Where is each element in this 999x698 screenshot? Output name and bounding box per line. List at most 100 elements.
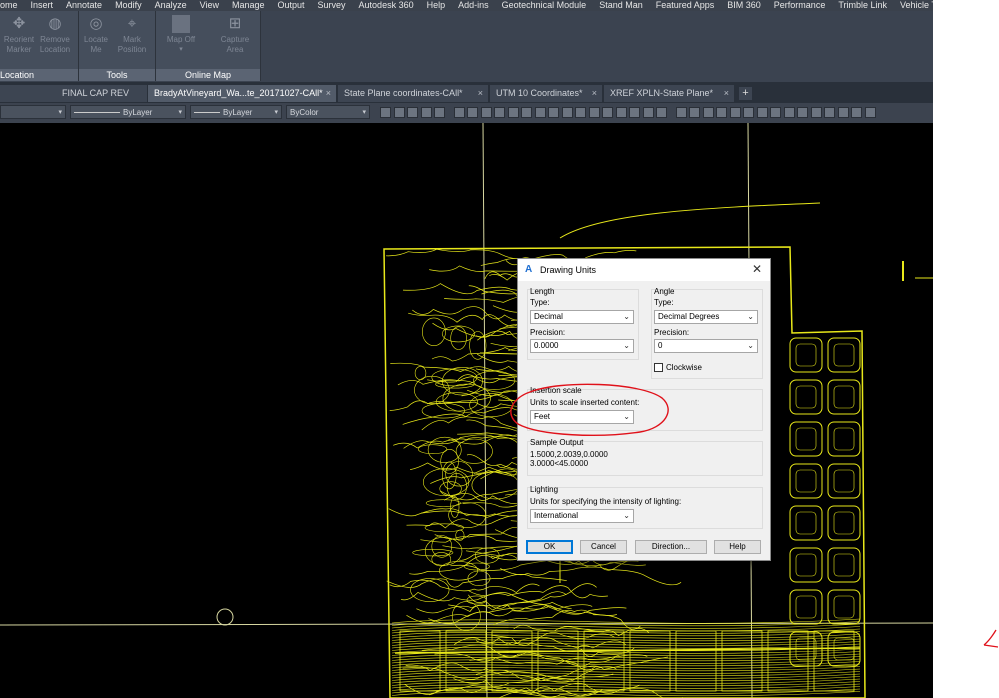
add-tab-button[interactable]: + <box>739 87 752 100</box>
toolbar-icon[interactable] <box>851 107 862 118</box>
toolbar-icon[interactable] <box>797 107 808 118</box>
toolbar-icon[interactable] <box>689 107 700 118</box>
remove-location-button[interactable]: ◍ Remove Location <box>38 13 72 55</box>
sample-output-line-1: 1.5000,2.0039,0.0000 <box>530 450 608 459</box>
menu-item[interactable]: Analyze <box>155 0 187 10</box>
menu-item[interactable]: BIM 360 <box>727 0 761 10</box>
toolbar-icon[interactable] <box>783 107 795 118</box>
menu-item[interactable]: Insert <box>31 0 54 10</box>
length-type-select[interactable]: Decimal ⌄ <box>530 310 634 324</box>
angle-type-select[interactable]: Decimal Degrees ⌄ <box>654 310 758 324</box>
toolbar-icon[interactable] <box>380 107 391 118</box>
toolbar-icon[interactable] <box>743 107 754 118</box>
compass-icon: ✥ <box>12 15 26 32</box>
menu-item[interactable]: Featured Apps <box>656 0 715 10</box>
cancel-button[interactable]: Cancel <box>580 540 627 554</box>
toolbar-icon[interactable] <box>615 107 627 118</box>
toolbar-icon[interactable] <box>480 107 492 118</box>
toolbar-icon[interactable] <box>561 107 573 118</box>
lighting-units-select[interactable]: International ⌄ <box>530 509 634 523</box>
tab-label: UTM 10 Coordinates* <box>496 88 583 98</box>
menu-item[interactable]: Vehicle Tra <box>900 0 933 10</box>
map-off-label: Map Off <box>166 35 196 44</box>
ok-button[interactable]: OK <box>526 540 573 554</box>
angle-precision-value: 0 <box>658 341 663 350</box>
menu-item[interactable]: Stand Man <box>599 0 643 10</box>
toolbar-icon[interactable] <box>393 107 405 118</box>
help-button[interactable]: Help <box>714 540 761 554</box>
menu-item[interactable]: Annotate <box>66 0 102 10</box>
toolbar-icon[interactable] <box>534 107 546 118</box>
close-icon[interactable]: × <box>478 85 483 102</box>
close-icon[interactable]: × <box>592 85 597 102</box>
menu-item[interactable]: Modify <box>115 0 142 10</box>
toolbar-icon[interactable] <box>588 107 600 118</box>
linetype-combo[interactable]: ByLayer ▾ <box>70 105 186 119</box>
toolbar-icon[interactable] <box>521 107 532 118</box>
toolbar-icon[interactable] <box>642 107 654 118</box>
menu-item[interactable]: Survey <box>318 0 346 10</box>
toolbar-icon[interactable] <box>837 107 849 118</box>
toolbar-icon[interactable] <box>407 107 418 118</box>
angle-precision-select[interactable]: 0 ⌄ <box>654 339 758 353</box>
tab-bradyatvineyard[interactable]: BradyAtVineyard_Wa...te_20171027-CAll* × <box>148 85 336 102</box>
map-off-button[interactable]: Map Off ▾ <box>164 13 198 55</box>
length-precision-select[interactable]: 0.0000 ⌄ <box>530 339 634 353</box>
tab-final-cap-rev[interactable]: FINAL CAP REV <box>0 85 147 102</box>
reorient-marker-button[interactable]: ✥ Reorient Marker <box>2 13 36 55</box>
toolbar-icon[interactable] <box>824 107 835 118</box>
menu-item[interactable]: View <box>200 0 219 10</box>
menu-item[interactable]: Performance <box>774 0 826 10</box>
lot-building <box>795 427 817 451</box>
direction-button[interactable]: Direction... <box>635 540 707 554</box>
toolbar-icon[interactable] <box>770 107 781 118</box>
toolbar-icon[interactable] <box>864 107 876 118</box>
menu-item[interactable]: ome <box>0 0 18 10</box>
menu-item[interactable]: Manage <box>232 0 265 10</box>
mark-position-button[interactable]: ⌖ Mark Position <box>115 13 149 55</box>
toolbar-icon[interactable] <box>453 107 465 118</box>
toolbar-icon[interactable] <box>756 107 768 118</box>
clockwise-checkbox[interactable] <box>654 363 663 372</box>
menu-item[interactable]: Help <box>427 0 446 10</box>
tab-xref-xpln-state-plane[interactable]: XREF XPLN-State Plane* × <box>604 85 734 102</box>
toolbar-icon[interactable] <box>602 107 613 118</box>
capture-area-button[interactable]: ⊞ Capture Area <box>218 13 252 55</box>
length-group-label: Length <box>530 287 555 296</box>
plotstyle-combo[interactable]: ByColor ▾ <box>286 105 370 119</box>
locate-me-button[interactable]: ◎ Locate Me <box>79 13 113 55</box>
toolbar-icon[interactable] <box>507 107 519 118</box>
toolbar-icon[interactable] <box>420 107 432 118</box>
toolbar-icon[interactable] <box>716 107 727 118</box>
menu-item[interactable]: Autodesk 360 <box>359 0 414 10</box>
tab-utm-10-coordinates[interactable]: UTM 10 Coordinates* × <box>490 85 602 102</box>
toolbar-icon[interactable] <box>629 107 640 118</box>
remove-location-label: Remove Location <box>39 35 71 54</box>
road-line <box>559 202 821 239</box>
menu-item[interactable]: Geotechnical Module <box>502 0 587 10</box>
toolbar-icon[interactable] <box>656 107 667 118</box>
locate-me-label: Locate Me <box>83 35 109 54</box>
menu-item[interactable]: Trimble Link <box>838 0 887 10</box>
toolbar-icon[interactable] <box>675 107 687 118</box>
toolbar-icon[interactable] <box>467 107 478 118</box>
toolbar-icon[interactable] <box>434 107 445 118</box>
drawing-canvas[interactable] <box>0 123 933 698</box>
lineweight-combo[interactable]: ByLayer ▾ <box>190 105 282 119</box>
toolbar-icon[interactable] <box>548 107 559 118</box>
close-icon[interactable]: × <box>326 85 331 102</box>
contour-loop <box>455 438 493 464</box>
layer-combo[interactable]: ▾ <box>0 105 66 119</box>
menu-item[interactable]: Output <box>278 0 305 10</box>
insertion-units-select[interactable]: Feet ⌄ <box>530 410 634 424</box>
toolbar-icon[interactable] <box>729 107 741 118</box>
toolbar-icon[interactable] <box>702 107 714 118</box>
toolbar-icon[interactable] <box>810 107 822 118</box>
toolbar-icon[interactable] <box>494 107 505 118</box>
close-icon[interactable]: × <box>724 85 729 102</box>
menu-item[interactable]: Add-ins <box>458 0 489 10</box>
tab-state-plane-coordinates[interactable]: State Plane coordinates-CAll* × <box>338 85 488 102</box>
close-icon[interactable]: ✕ <box>750 262 764 276</box>
lot-outline <box>827 379 861 415</box>
toolbar-icon[interactable] <box>575 107 586 118</box>
